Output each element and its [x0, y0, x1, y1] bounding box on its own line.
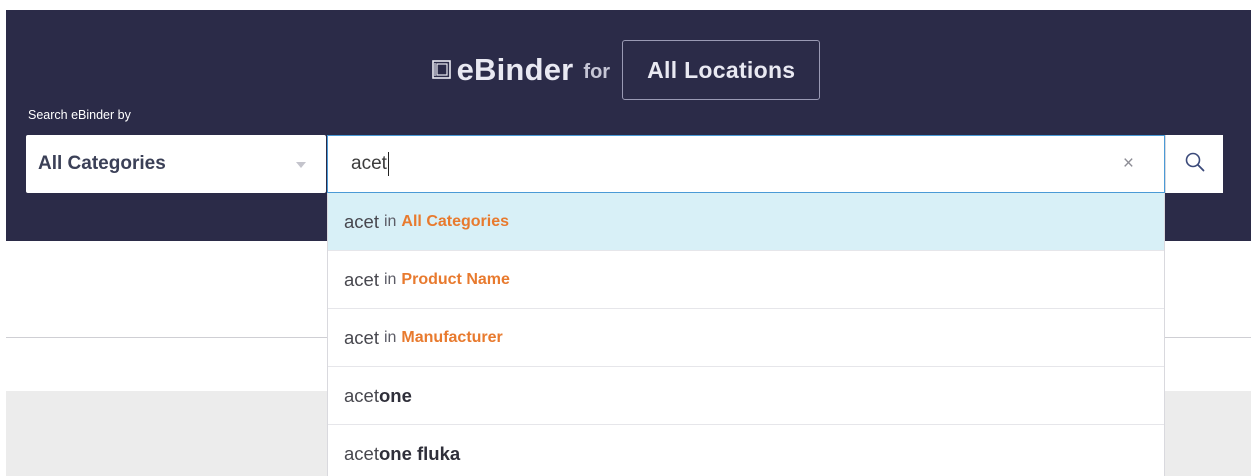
- brand-for: for: [583, 60, 611, 83]
- brand-row: eBinder for All Locations: [0, 40, 1251, 100]
- suggestion-category: Manufacturer: [401, 328, 503, 346]
- suggestion-item[interactable]: acet in Manufacturer: [328, 309, 1164, 367]
- search-query: acet: [351, 153, 387, 174]
- suggestion-term: acet: [344, 210, 379, 232]
- suggestion-term: acet: [344, 326, 379, 348]
- text-cursor: [387, 152, 389, 176]
- divider: [1165, 337, 1251, 338]
- suggestion-item[interactable]: acet in Product Name: [328, 251, 1164, 309]
- suggestion-category: Product Name: [401, 270, 510, 288]
- category-select[interactable]: All Categories: [26, 135, 326, 193]
- search-icon: [1184, 151, 1206, 178]
- close-icon[interactable]: ×: [1123, 153, 1134, 175]
- suggestion-connector: in: [383, 270, 397, 288]
- search-label: Search eBinder by: [28, 108, 131, 122]
- completion-item[interactable]: acet one fluka: [328, 425, 1164, 476]
- suggestion-term: acet: [344, 268, 379, 290]
- suggestion-category: All Categories: [401, 212, 510, 230]
- completion-rest: one fluka: [378, 442, 461, 464]
- search-button[interactable]: [1165, 135, 1223, 193]
- brand-name: eBinder: [456, 52, 574, 87]
- completion-prefix: acet: [344, 384, 379, 406]
- search-input[interactable]: acet ×: [327, 135, 1165, 193]
- book-icon: [431, 59, 453, 81]
- suggestion-item[interactable]: acet in All Categories: [328, 193, 1164, 251]
- location-button[interactable]: All Locations: [622, 40, 821, 100]
- divider: [6, 337, 327, 338]
- brand: eBinder for All Locations: [431, 40, 821, 100]
- suggestion-dropdown: acet in All Categories acet in Product N…: [327, 193, 1165, 476]
- completion-item[interactable]: acet one: [328, 367, 1164, 425]
- completion-rest: one: [378, 384, 412, 406]
- page: eBinder for All Locations Search eBinder…: [0, 0, 1251, 476]
- top-band: [0, 0, 1251, 10]
- chevron-down-icon: [296, 162, 306, 168]
- completion-prefix: acet: [344, 442, 379, 464]
- suggestion-connector: in: [383, 328, 397, 346]
- suggestion-connector: in: [383, 212, 397, 230]
- category-select-value: All Categories: [38, 153, 166, 174]
